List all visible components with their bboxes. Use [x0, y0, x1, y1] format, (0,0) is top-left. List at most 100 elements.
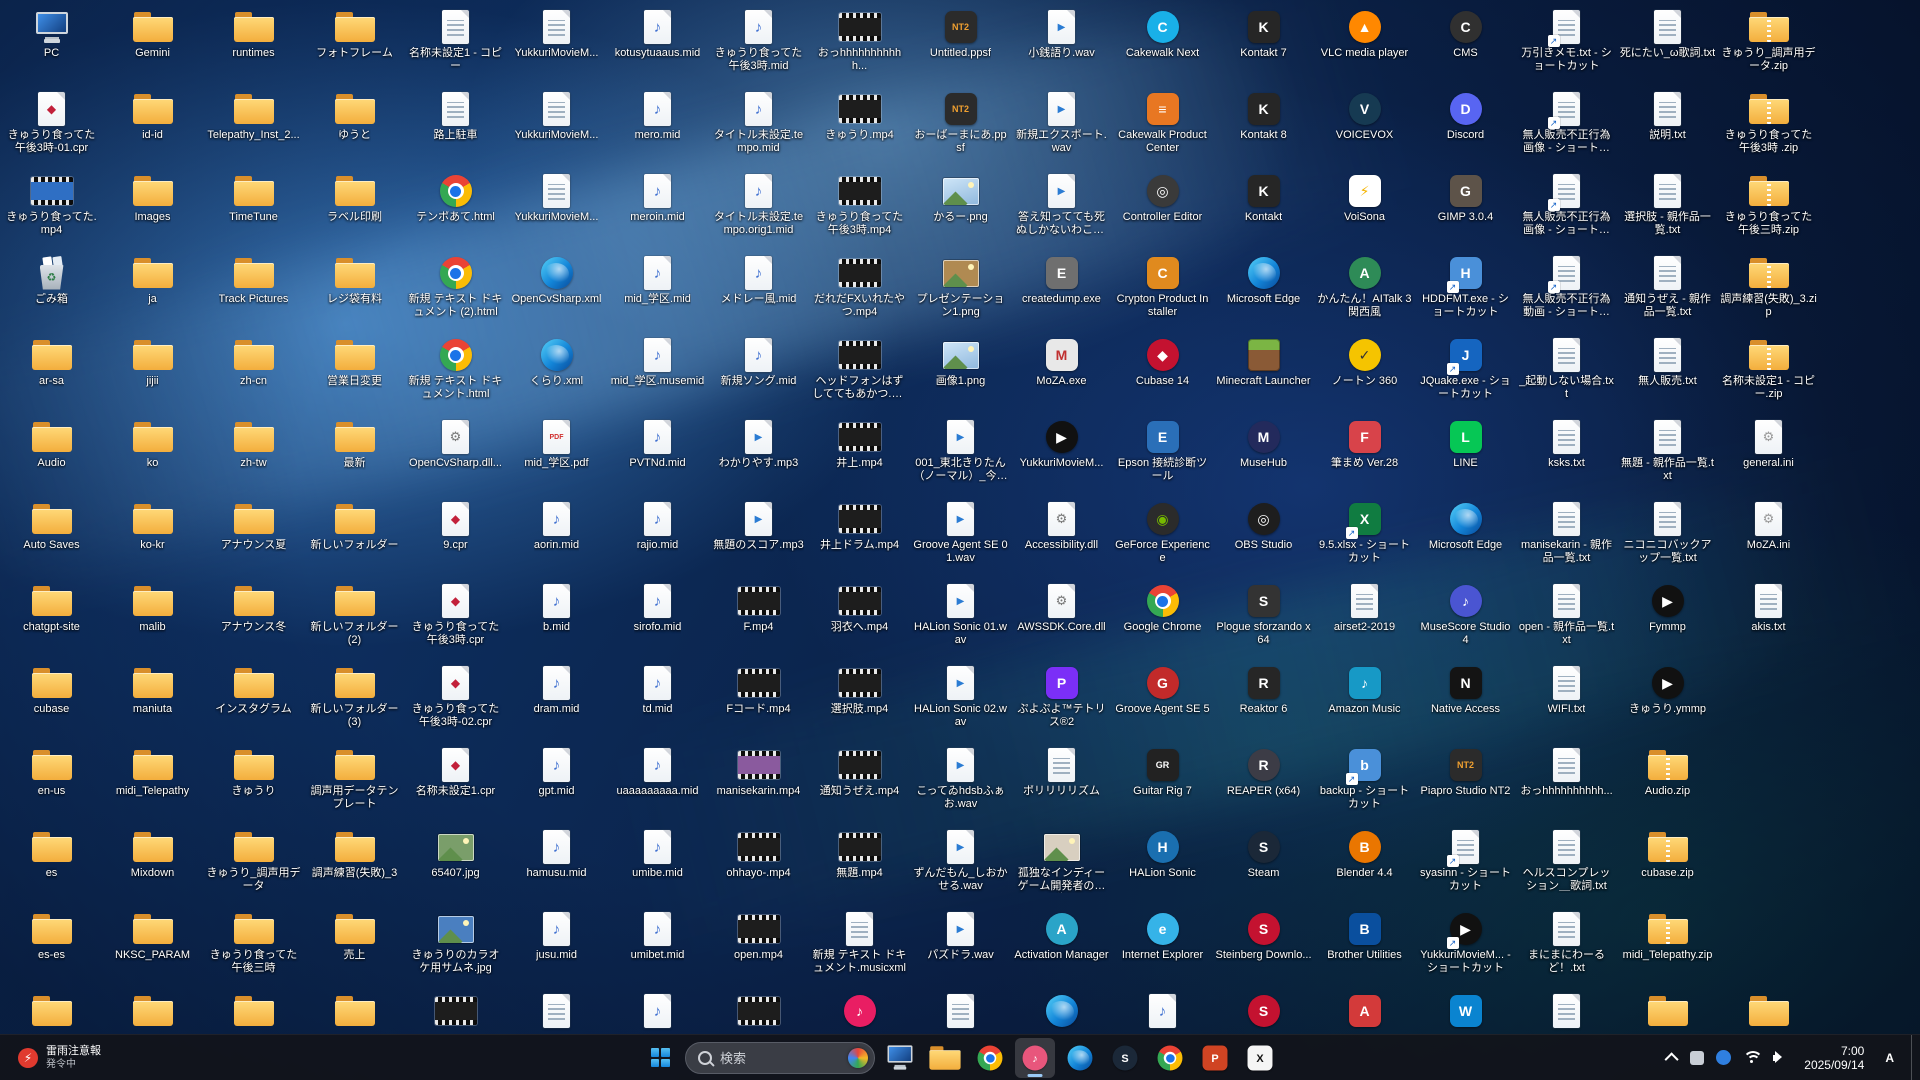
desktop-icon[interactable]: ♪kotusytuaaus.mid — [607, 2, 708, 84]
desktop-icon[interactable]: ♪MuseScore Studio 4 — [1415, 576, 1516, 658]
desktop-icon[interactable]: ◉GeForce Experience — [1112, 494, 1213, 576]
desktop-icon[interactable]: Microsoft Edge — [1213, 248, 1314, 330]
desktop-icon[interactable]: ♪ — [809, 986, 910, 1034]
desktop-icon[interactable]: 井上.mp4 — [809, 412, 910, 494]
desktop-icon[interactable]: アナウンス冬 — [203, 576, 304, 658]
desktop-icon[interactable] — [304, 986, 405, 1034]
desktop-icon[interactable]: BBrother Utilities — [1314, 904, 1415, 986]
desktop-icon[interactable]: id-id — [102, 84, 203, 166]
desktop-icon[interactable]: 調声用データテンプレート — [304, 740, 405, 822]
desktop-icon[interactable]: Fコード.mp4 — [708, 658, 809, 740]
desktop-icon[interactable]: YukkuriMovieM... — [506, 166, 607, 248]
desktop-icon[interactable]: ♪タイトル未設定.tempo.mid — [708, 84, 809, 166]
desktop-icon[interactable]: ⚙Accessibility.dll — [1011, 494, 1112, 576]
desktop-icon[interactable]: おっhhhhhhhhhh... — [1516, 740, 1617, 822]
desktop-icon[interactable]: b↗backup - ショートカット — [1314, 740, 1415, 822]
desktop-icon[interactable]: CCakewalk Next — [1112, 2, 1213, 84]
desktop-icon[interactable]: en-us — [1, 740, 102, 822]
desktop-icon[interactable]: テンポあて.html — [405, 166, 506, 248]
desktop-icon[interactable]: ♪jusu.mid — [506, 904, 607, 986]
desktop-icon[interactable] — [708, 986, 809, 1034]
desktop-icon[interactable]: 路上駐車 — [405, 84, 506, 166]
desktop-icon[interactable]: 新規 テキスト ドキュメント (2).html — [405, 248, 506, 330]
desktop-icon[interactable]: ♪PVTNd.mid — [607, 412, 708, 494]
desktop-icon[interactable]: NT2Untitled.ppsf — [910, 2, 1011, 84]
desktop-icon[interactable]: Microsoft Edge — [1415, 494, 1516, 576]
desktop-icon[interactable]: プレゼンテーション1.png — [910, 248, 1011, 330]
desktop-icon[interactable]: ▶YukkuriMovieM... — [1011, 412, 1112, 494]
desktop-icon[interactable]: 画像1.png — [910, 330, 1011, 412]
desktop-icon[interactable]: フォトフレーム — [304, 2, 405, 84]
desktop-icon[interactable]: ▲VLC media player — [1314, 2, 1415, 84]
desktop-icon[interactable]: EEpson 接続診断ツール — [1112, 412, 1213, 494]
desktop-icon[interactable]: WIFI.txt — [1516, 658, 1617, 740]
desktop-icon[interactable]: ♪umibe.mid — [607, 822, 708, 904]
desktop-icon[interactable]: ♪sirofo.mid — [607, 576, 708, 658]
desktop-icon[interactable]: ↗無人販売不正行為画像 - ショートカット — [1516, 166, 1617, 248]
desktop-icon[interactable]: ko — [102, 412, 203, 494]
desktop-icon[interactable]: 65407.jpg — [405, 822, 506, 904]
desktop-icon[interactable]: H↗HDDFMT.exe - ショートカット — [1415, 248, 1516, 330]
desktop-icon[interactable]: ◆きゅうり食ってた午後3時-02.cpr — [405, 658, 506, 740]
desktop-icon[interactable]: 通知うぜえ.mp4 — [809, 740, 910, 822]
desktop-icon[interactable]: ♪uaaaaaaaaa.mid — [607, 740, 708, 822]
desktop-icon[interactable]: ▶HALion Sonic 01.wav — [910, 576, 1011, 658]
pinned-device-taskbar-button[interactable] — [880, 1038, 920, 1078]
desktop-icon[interactable]: Aかんたん！AITalk 3 関西風 — [1314, 248, 1415, 330]
tray-bluetooth-icon[interactable] — [1716, 1050, 1731, 1065]
desktop-icon[interactable]: ◎OBS Studio — [1213, 494, 1314, 576]
desktop-icon[interactable]: 営業日変更 — [304, 330, 405, 412]
desktop-icon[interactable]: 売上 — [304, 904, 405, 986]
desktop-icon[interactable]: ⚙MoZA.ini — [1718, 494, 1819, 576]
desktop-icon[interactable]: 新規 テキスト ドキュメント.musicxml — [809, 904, 910, 986]
desktop-icon[interactable]: 無人販売.txt — [1617, 330, 1718, 412]
tray-overflow-chevron-icon[interactable] — [1665, 1052, 1679, 1066]
desktop-icon[interactable]: ohhayo-.mp4 — [708, 822, 809, 904]
desktop-icon[interactable]: Audio — [1, 412, 102, 494]
edge-taskbar-button[interactable] — [1060, 1038, 1100, 1078]
desktop-icon[interactable]: ja — [102, 248, 203, 330]
desktop-icon[interactable]: DDiscord — [1415, 84, 1516, 166]
desktop-icon[interactable]: ◆名称未設定1.cpr — [405, 740, 506, 822]
desktop-icon[interactable]: ⚙OpenCvSharp.dll... — [405, 412, 506, 494]
desktop-icon[interactable]: ▶ずんだもん_しおかせる.wav — [910, 822, 1011, 904]
file-explorer-taskbar-button[interactable] — [925, 1038, 965, 1078]
desktop-icon[interactable]: レジ袋有料 — [304, 248, 405, 330]
desktop-icon[interactable]: SSteam — [1213, 822, 1314, 904]
desktop-icon[interactable]: runtimes — [203, 2, 304, 84]
desktop-icon[interactable]: YukkuriMovieM... — [506, 2, 607, 84]
desktop-icon[interactable]: CCrypton Product Installer — [1112, 248, 1213, 330]
desktop-icon[interactable]: Track Pictures — [203, 248, 304, 330]
desktop-icon[interactable]: 説明.txt — [1617, 84, 1718, 166]
desktop-icon[interactable]: ◆9.cpr — [405, 494, 506, 576]
desktop-icon[interactable]: A — [1314, 986, 1415, 1034]
desktop-icon[interactable]: 新しいフォルダー (2) — [304, 576, 405, 658]
desktop-icon[interactable]: AActivation Manager — [1011, 904, 1112, 986]
desktop-icon[interactable]: KKontakt 7 — [1213, 2, 1314, 84]
desktop-icon[interactable]: OpenCvSharp.xml — [506, 248, 607, 330]
desktop-icon[interactable]: ▶新規エクスポート.wav — [1011, 84, 1112, 166]
desktop-icon[interactable]: ◆Cubase 14 — [1112, 330, 1213, 412]
desktop-icon[interactable]: YukkuriMovieM... — [506, 84, 607, 166]
desktop-icon[interactable]: VVOICEVOX — [1314, 84, 1415, 166]
desktop-icon[interactable]: ▶答え知ってても死ぬしかないわこれ.wav — [1011, 166, 1112, 248]
desktop-icon[interactable]: 新規 テキスト ドキュメント.html — [405, 330, 506, 412]
desktop-icon[interactable]: まにまにわーるど！.txt — [1516, 904, 1617, 986]
desktop-icon[interactable]: きゅうり — [203, 740, 304, 822]
desktop-icon[interactable]: ♪mero.mid — [607, 84, 708, 166]
desktop-icon[interactable]: ▶↗YukkuriMovieM... - ショートカット — [1415, 904, 1516, 986]
desktop-icon[interactable] — [1011, 986, 1112, 1034]
desktop-icon[interactable]: きゅうり_調声用データ — [203, 822, 304, 904]
desktop-icon[interactable]: Ecreatedump.exe — [1011, 248, 1112, 330]
start-button[interactable] — [640, 1038, 680, 1078]
desktop-icon[interactable]: GGroove Agent SE 5 — [1112, 658, 1213, 740]
desktop-icon[interactable]: NKSC_PARAM — [102, 904, 203, 986]
desktop-icon[interactable]: Mixdown — [102, 822, 203, 904]
desktop-icon[interactable]: RREAPER (x64) — [1213, 740, 1314, 822]
desktop-icon[interactable]: Auto Saves — [1, 494, 102, 576]
desktop-icon[interactable]: 新しいフォルダー — [304, 494, 405, 576]
desktop-icon[interactable]: アナウンス夏 — [203, 494, 304, 576]
desktop-icon[interactable]: ♪b.mid — [506, 576, 607, 658]
desktop-icon[interactable]: 死にたい_ω歌詞.txt — [1617, 2, 1718, 84]
desktop-icon[interactable]: 選択肢 - 親作品一覧.txt — [1617, 166, 1718, 248]
